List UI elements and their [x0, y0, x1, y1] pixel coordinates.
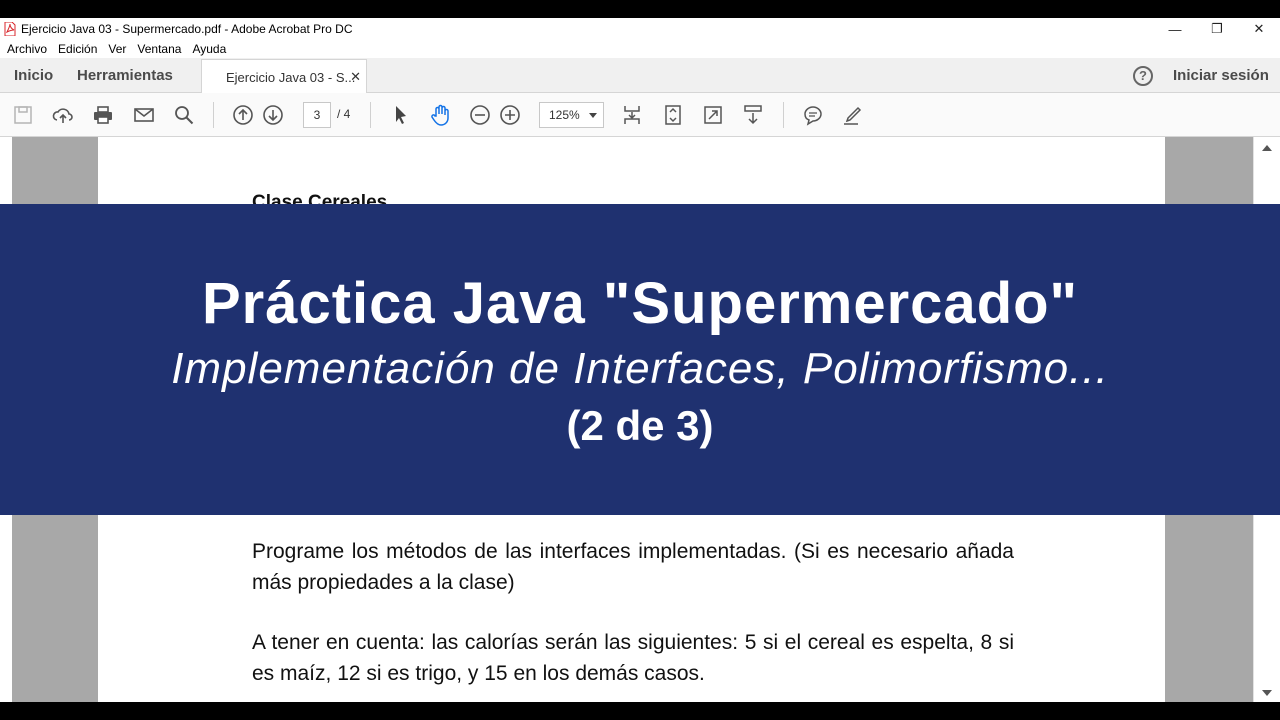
pdf-file-icon	[4, 21, 16, 37]
fit-page-icon[interactable]	[662, 104, 684, 126]
minimize-button[interactable]: —	[1154, 18, 1196, 40]
close-tab-icon[interactable]: ✕	[350, 69, 361, 85]
menu-archivo[interactable]: Archivo	[7, 42, 47, 56]
tab-inicio[interactable]: Inicio	[14, 67, 53, 84]
menu-ayuda[interactable]: Ayuda	[192, 42, 226, 56]
highlight-pen-icon[interactable]	[842, 104, 864, 126]
video-title-banner: Práctica Java "Supermercado" Implementac…	[0, 204, 1280, 515]
zoom-select[interactable]: 125%	[539, 102, 604, 128]
menu-edicion[interactable]: Edición	[58, 42, 97, 56]
banner-subtitle: Implementación de Interfaces, Polimorfis…	[171, 344, 1109, 393]
zoom-value: 125%	[549, 108, 580, 122]
close-window-button[interactable]: ✕	[1238, 18, 1280, 40]
upload-cloud-icon[interactable]	[52, 104, 74, 126]
window-title: Ejercicio Java 03 - Supermercado.pdf - A…	[21, 22, 353, 36]
next-page-icon[interactable]	[262, 104, 284, 126]
paragraph-methods: Programe los métodos de las interfaces i…	[252, 540, 1014, 594]
scroll-up-arrow-icon[interactable]	[1262, 145, 1272, 151]
banner-part-indicator: (2 de 3)	[566, 402, 714, 449]
full-screen-icon[interactable]	[702, 104, 724, 126]
toolbar-divider	[370, 102, 371, 128]
video-letterbox-top	[0, 0, 1280, 18]
toolbar-divider	[783, 102, 784, 128]
window-titlebar: Ejercicio Java 03 - Supermercado.pdf - A…	[0, 18, 1280, 40]
video-letterbox-bottom	[0, 702, 1280, 720]
select-cursor-icon[interactable]	[390, 104, 412, 126]
help-icon[interactable]: ?	[1133, 66, 1153, 86]
save-icon[interactable]	[12, 104, 34, 126]
menu-ver[interactable]: Ver	[108, 42, 126, 56]
tab-bar: Inicio Herramientas Ejercicio Java 03 - …	[0, 58, 1280, 94]
chevron-down-icon	[589, 113, 597, 118]
document-tab-label: Ejercicio Java 03 - S...	[226, 70, 356, 85]
scroll-down-arrow-icon[interactable]	[1262, 690, 1272, 696]
zoom-in-icon[interactable]	[499, 104, 521, 126]
banner-title: Práctica Java "Supermercado"	[201, 271, 1079, 336]
toolbar: 3 / 4 125%	[0, 93, 1280, 137]
paragraph-calories: A tener en cuenta: las calorías serán la…	[252, 631, 1014, 685]
search-icon[interactable]	[173, 104, 195, 126]
previous-page-icon[interactable]	[232, 104, 254, 126]
page-fit-icon[interactable]	[621, 104, 643, 126]
tab-herramientas[interactable]: Herramientas	[77, 67, 173, 84]
restore-button[interactable]: ❐	[1196, 18, 1238, 40]
menu-ventana[interactable]: Ventana	[137, 42, 181, 56]
page-number-input[interactable]: 3	[303, 102, 331, 128]
page-total: / 4	[337, 107, 351, 121]
hand-tool-icon[interactable]	[429, 104, 451, 126]
comment-icon[interactable]	[802, 104, 824, 126]
scroll-mode-icon[interactable]	[742, 104, 764, 126]
zoom-out-icon[interactable]	[469, 104, 491, 126]
menu-bar: Archivo Edición Ver Ventana Ayuda	[0, 40, 1280, 58]
toolbar-divider	[213, 102, 214, 128]
tab-document[interactable]: Ejercicio Java 03 - S... ✕	[201, 59, 367, 94]
print-icon[interactable]	[92, 104, 114, 126]
signin-link[interactable]: Iniciar sesión	[1173, 67, 1269, 84]
email-icon[interactable]	[133, 104, 155, 126]
